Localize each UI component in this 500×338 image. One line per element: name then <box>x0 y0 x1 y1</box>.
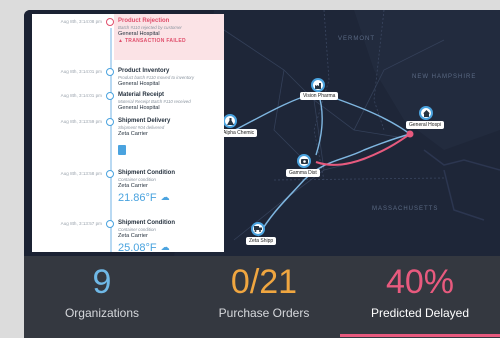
timeline-title: Product Inventory <box>118 68 170 74</box>
timeline-dot <box>106 92 114 100</box>
timeline-dot <box>106 118 114 126</box>
timeline-party: General Hospital <box>118 30 160 37</box>
flask-icon[interactable] <box>223 114 237 128</box>
region-label-vermont: VERMONT <box>338 36 375 42</box>
pin-label-vision-pharma[interactable]: Vision Pharma <box>300 92 339 100</box>
active-stat-indicator <box>340 334 500 337</box>
cloud-icon: ☁ <box>160 192 170 202</box>
cloud-icon: ☁ <box>160 242 170 252</box>
pin-label-gamma-dist[interactable]: Gamma Dist <box>286 169 320 177</box>
timeline-timestamp: Aug 8th, 3:13:58 pm <box>60 171 102 176</box>
region-label-massachusetts: MASSACHUSETTS <box>372 206 439 212</box>
document-icon[interactable] <box>118 145 126 155</box>
stat-organizations[interactable]: 9 Organizations <box>32 256 172 320</box>
timeline-dot <box>106 220 114 228</box>
timeline-timestamp: Aug 8th, 3:13:59 pm <box>60 119 102 124</box>
temperature-reading: 25.08°F ☁ <box>118 242 222 253</box>
timeline-timestamp: Aug 8th, 3:13:57 pm <box>60 221 102 226</box>
home-icon[interactable] <box>419 106 433 120</box>
stat-predicted-delayed[interactable]: 40% Predicted Delayed <box>350 256 490 320</box>
stat-value: 40% <box>385 263 455 301</box>
timeline-party: General Hospital <box>118 104 160 111</box>
dashboard-frame: VERMONT NEW HAMPSHIRE MASSACHUSETTS Visi… <box>24 10 500 338</box>
truck-icon[interactable] <box>251 222 265 236</box>
camera-icon[interactable] <box>297 154 311 168</box>
route-end-marker <box>406 130 414 138</box>
temperature-value: 21.86°F <box>118 191 157 204</box>
warning-icon: ▲ <box>118 37 125 44</box>
timeline-title: Shipment Delivery <box>118 118 171 124</box>
timeline-dot-alert <box>106 18 114 26</box>
stat-purchase-orders[interactable]: 0/21 Purchase Orders <box>194 256 334 320</box>
event-timeline[interactable]: Aug 8th, 3:14:08 pm Product Rejection Ba… <box>32 14 224 252</box>
stats-bar: 9 Organizations 0/21 Purchase Orders 40%… <box>24 256 500 338</box>
timeline-dot <box>106 68 114 76</box>
pin-label-alpha-chemical[interactable]: Alpha Chemic <box>220 129 258 137</box>
timeline-party: Zeta Carrier <box>118 232 148 239</box>
stat-label: Organizations <box>64 306 140 320</box>
stat-value: 9 <box>92 263 112 301</box>
timeline-title: Material Receipt <box>118 92 165 98</box>
timeline-title: Product Rejection <box>118 18 170 24</box>
pin-label-general-hospital[interactable]: General Hospi <box>406 121 444 129</box>
timeline-party: Zeta Carrier <box>118 182 148 189</box>
timeline-timestamp: Aug 8th, 3:14:08 pm <box>60 19 102 24</box>
timeline-party: General Hospital <box>118 80 160 87</box>
timeline-timestamp: Aug 8th, 3:14:01 pm <box>60 93 102 98</box>
pin-label-zeta-shipping[interactable]: Zeta Shipp <box>246 237 277 245</box>
temperature-value: 25.08°F <box>118 241 157 253</box>
temperature-reading: 21.86°F ☁ <box>118 192 222 204</box>
timeline-title: Shipment Condition <box>118 170 175 176</box>
stat-label: Purchase Orders <box>218 306 310 320</box>
status-badge: ▲ TRANSACTION FAILED <box>118 38 222 45</box>
status-text: TRANSACTION FAILED <box>124 37 186 44</box>
region-label-new-hampshire: NEW HAMPSHIRE <box>412 74 477 80</box>
factory-icon[interactable] <box>311 78 325 92</box>
timeline-party: Zeta Carrier <box>118 130 148 137</box>
timeline-title: Shipment Condition <box>118 220 175 226</box>
timeline-dot <box>106 170 114 178</box>
timeline-timestamp: Aug 8th, 3:14:01 pm <box>60 69 102 74</box>
stat-label: Predicted Delayed <box>370 306 470 320</box>
timeline-line <box>110 28 112 252</box>
stat-value: 0/21 <box>230 263 298 301</box>
